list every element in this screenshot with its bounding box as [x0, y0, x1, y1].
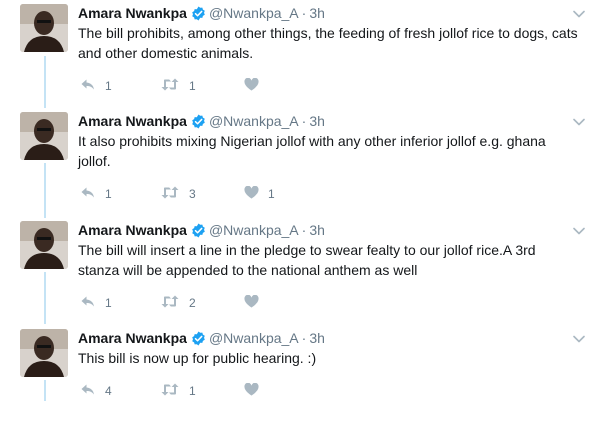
heart-icon: [244, 294, 259, 311]
tweet-item[interactable]: Amara Nwankpa @Nwankpa_A · 3h The bill proh…: [0, 1, 595, 107]
chevron-down-icon[interactable]: [573, 5, 585, 23]
chevron-down-icon[interactable]: [573, 330, 585, 348]
reply-count: 1: [105, 296, 112, 310]
tweet-item[interactable]: Amara Nwankpa @Nwankpa_A · 3h The bill will…: [0, 218, 595, 324]
retweet-count: 1: [189, 384, 196, 398]
reply-button[interactable]: 1: [80, 185, 112, 203]
chevron-down-icon[interactable]: [573, 222, 585, 240]
author-name[interactable]: Amara Nwankpa: [78, 113, 187, 129]
avatar[interactable]: [20, 112, 68, 160]
tweet-time[interactable]: 3h: [309, 5, 325, 21]
tweet-text: It also prohibits mixing Nigerian jollof…: [78, 133, 546, 169]
author-handle[interactable]: @Nwankpa_A: [209, 222, 299, 238]
avatar-image: [20, 4, 68, 52]
tweet-time[interactable]: 3h: [309, 222, 325, 238]
retweet-icon: [160, 295, 180, 311]
avatar[interactable]: [20, 329, 68, 377]
tweet-text: The bill prohibits, among other things, …: [78, 25, 578, 61]
retweet-icon: [160, 186, 180, 202]
avatar[interactable]: [20, 221, 68, 269]
separator-dot: ·: [301, 330, 307, 346]
author-name[interactable]: Amara Nwankpa: [78, 5, 187, 21]
author-name[interactable]: Amara Nwankpa: [78, 222, 187, 238]
tweet-time[interactable]: 3h: [309, 113, 325, 129]
avatar[interactable]: [20, 4, 68, 52]
tweet-header: Amara Nwankpa @Nwankpa_A · 3h: [78, 220, 325, 240]
retweet-button[interactable]: 1: [160, 77, 196, 95]
heart-icon: [244, 77, 259, 94]
separator-dot: ·: [301, 5, 307, 21]
avatar-image: [20, 112, 68, 160]
reply-count: 4: [105, 384, 112, 398]
retweet-count: 3: [189, 187, 196, 201]
retweet-count: 1: [189, 79, 196, 93]
heart-icon: [244, 382, 259, 399]
reply-count: 1: [105, 79, 112, 93]
reply-button[interactable]: 1: [80, 77, 112, 95]
retweet-count: 2: [189, 296, 196, 310]
like-count: 1: [268, 187, 275, 201]
tweet-item[interactable]: Amara Nwankpa @Nwankpa_A · 3h It also prohi…: [0, 109, 595, 215]
avatar-image: [20, 221, 68, 269]
reply-icon: [80, 383, 96, 399]
tweet-item[interactable]: Amara Nwankpa @Nwankpa_A · 3h This bill is …: [0, 326, 595, 432]
tweet-header: Amara Nwankpa @Nwankpa_A · 3h: [78, 328, 325, 348]
reply-button[interactable]: 4: [80, 382, 112, 400]
retweet-icon: [160, 383, 180, 399]
retweet-button[interactable]: 1: [160, 382, 196, 400]
avatar-image: [20, 329, 68, 377]
tweet-text: This bill is now up for public hearing. …: [78, 350, 317, 366]
retweet-button[interactable]: 3: [160, 185, 196, 203]
author-handle[interactable]: @Nwankpa_A: [209, 5, 299, 21]
reply-icon: [80, 295, 96, 311]
reply-count: 1: [105, 187, 112, 201]
like-button[interactable]: [244, 382, 268, 400]
like-button[interactable]: 1: [244, 185, 275, 203]
chevron-down-icon[interactable]: [573, 113, 585, 131]
reply-button[interactable]: 1: [80, 294, 112, 312]
author-handle[interactable]: @Nwankpa_A: [209, 330, 299, 346]
tweet-text: The bill will insert a line in the pledg…: [78, 242, 536, 278]
reply-icon: [80, 186, 96, 202]
reply-icon: [80, 78, 96, 94]
retweet-button[interactable]: 2: [160, 294, 196, 312]
author-handle[interactable]: @Nwankpa_A: [209, 113, 299, 129]
heart-icon: [244, 185, 259, 202]
retweet-icon: [160, 78, 180, 94]
separator-dot: ·: [301, 113, 307, 129]
tweet-time[interactable]: 3h: [309, 330, 325, 346]
author-name[interactable]: Amara Nwankpa: [78, 330, 187, 346]
like-button[interactable]: [244, 77, 268, 95]
separator-dot: ·: [301, 222, 307, 238]
tweet-header: Amara Nwankpa @Nwankpa_A · 3h: [78, 3, 325, 23]
like-button[interactable]: [244, 294, 268, 312]
tweet-header: Amara Nwankpa @Nwankpa_A · 3h: [78, 111, 325, 131]
